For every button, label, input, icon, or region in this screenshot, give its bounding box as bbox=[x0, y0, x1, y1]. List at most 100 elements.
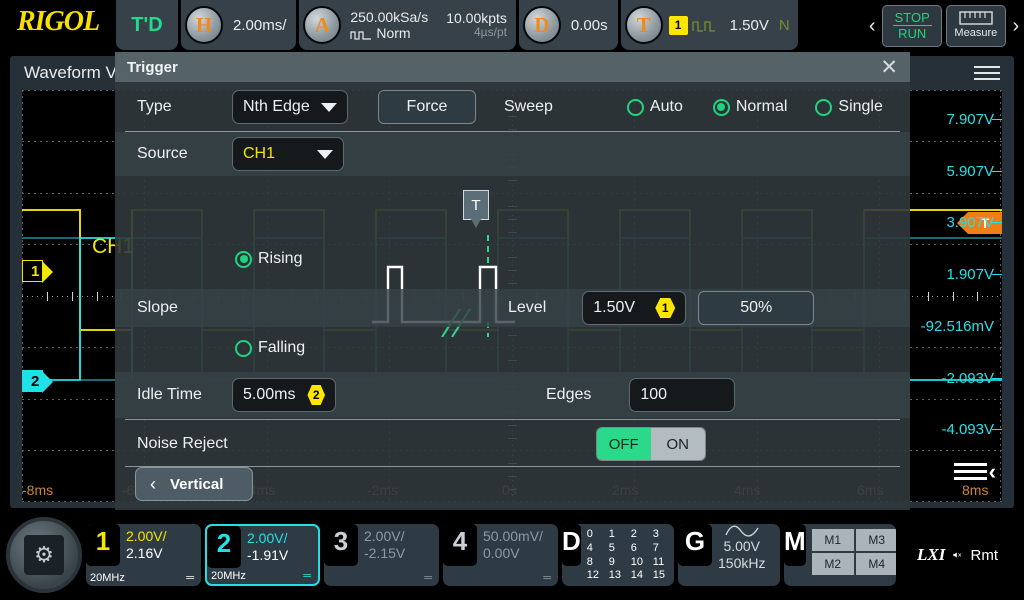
channel-3-box[interactable]: 3 2.00V/ -2.15V ═ bbox=[324, 524, 439, 586]
horizontal-pane[interactable]: H 2.00ms/ bbox=[181, 0, 296, 50]
noise-reject-toggle[interactable]: OFF ON bbox=[596, 427, 706, 461]
sweep-label: Sweep bbox=[504, 98, 553, 116]
trigger-status-pane[interactable]: T'D bbox=[116, 0, 178, 50]
math-item-m2[interactable]: M2 bbox=[812, 553, 854, 575]
run-label: RUN bbox=[898, 26, 926, 42]
acquire-icon: A bbox=[303, 6, 341, 44]
ch1-marker-label: 1 bbox=[31, 263, 39, 280]
top-status-bar: RIGOL T'D H 2.00ms/ A 250.00kSa/s Norm 1… bbox=[0, 0, 1024, 52]
voltage-label: -4.093V bbox=[941, 421, 994, 438]
digital-ch: 15 bbox=[653, 569, 674, 582]
idle-time-field[interactable]: 5.00ms 2 bbox=[232, 378, 336, 412]
channel-4-box[interactable]: 4 50.00mV/ 0.00V ═ bbox=[443, 524, 558, 586]
trigger-position-flag: T bbox=[463, 190, 489, 220]
acquire-rate-group: 250.00kSa/s Norm bbox=[341, 9, 437, 41]
trigger-level-field[interactable]: 1.50V 1 bbox=[582, 291, 686, 325]
digital-channel-grid: 0 1 2 3 4 5 6 7 8 9 10 11 12 13 14 15 bbox=[581, 524, 674, 586]
top-right-controls: ‹ STOP RUN Measure › bbox=[864, 0, 1024, 52]
math-item-m3[interactable]: M3 bbox=[856, 529, 896, 551]
trigger-dialog-header: Trigger ✕ bbox=[115, 52, 910, 82]
measure-button[interactable]: Measure bbox=[946, 5, 1006, 47]
slope-rising-label: Rising bbox=[258, 250, 302, 268]
digital-ch: 3 bbox=[653, 528, 674, 541]
channel-2-box[interactable]: 2 2.00V/ -1.91V 20MHz ═ bbox=[205, 524, 320, 586]
resolution: 4µs/pt bbox=[446, 26, 507, 40]
force-button[interactable]: Force bbox=[378, 90, 476, 124]
channel-3-number: 3 bbox=[324, 524, 358, 566]
level-label: Level bbox=[508, 299, 546, 317]
channel-2-footer: 20MHz ═ bbox=[211, 570, 312, 582]
scroll-left-button[interactable]: ‹ bbox=[864, 15, 880, 38]
vertical-back-button[interactable]: ‹ Vertical bbox=[135, 467, 253, 501]
sweep-option-normal[interactable]: Normal bbox=[713, 98, 788, 116]
trigger-type-dropdown[interactable]: Nth Edge bbox=[232, 90, 348, 124]
voltage-label: 3.907V bbox=[946, 214, 994, 231]
radio-icon bbox=[815, 99, 832, 116]
level-fifty-percent-label: 50% bbox=[740, 299, 772, 317]
scroll-right-button[interactable]: › bbox=[1008, 15, 1024, 38]
generator-label: G bbox=[678, 524, 712, 566]
chevron-down-icon bbox=[317, 150, 333, 159]
slope-falling-label: Falling bbox=[258, 339, 305, 357]
channel-1-box[interactable]: 1 2.00V/ 2.16V 20MHz ═ bbox=[86, 524, 201, 586]
math-item-m1[interactable]: M1 bbox=[812, 529, 854, 551]
math-item-m4[interactable]: M4 bbox=[856, 553, 896, 575]
digital-ch: 12 bbox=[587, 569, 609, 582]
ch1-offset-marker[interactable]: 1 bbox=[22, 260, 43, 282]
utility-gear-button[interactable]: ⚙ bbox=[6, 517, 82, 593]
stop-run-button[interactable]: STOP RUN bbox=[882, 5, 942, 47]
math-grid: M1 M3 M2 M4 bbox=[806, 524, 896, 586]
close-icon[interactable]: ✕ bbox=[880, 57, 898, 78]
noise-reject-off-option[interactable]: OFF bbox=[597, 428, 651, 460]
channel-3-coupling: ═ bbox=[424, 572, 433, 584]
channel-2-bandwidth: 20MHz bbox=[211, 570, 246, 582]
source-row: Source CH1 bbox=[115, 132, 910, 176]
sweep-option-single[interactable]: Single bbox=[815, 98, 882, 116]
sweep-option-auto[interactable]: Auto bbox=[627, 98, 683, 116]
generator-box[interactable]: G 5.00V 150kHz bbox=[678, 524, 780, 586]
slope-option-rising[interactable]: Rising bbox=[235, 250, 302, 268]
digital-ch: 6 bbox=[631, 542, 653, 555]
collapse-panel-icon[interactable]: ‹ bbox=[954, 459, 996, 484]
trigger-source-dropdown[interactable]: CH1 bbox=[232, 137, 344, 171]
math-box[interactable]: M M1 M3 M2 M4 bbox=[784, 524, 896, 586]
digital-ch: 13 bbox=[609, 569, 631, 582]
trigger-type-value: Nth Edge bbox=[243, 98, 310, 116]
type-row: Type Nth Edge Force Sweep Auto Normal Si… bbox=[115, 86, 910, 128]
digital-ch: 11 bbox=[653, 556, 674, 569]
trigger-dialog: Trigger ✕ Type Nth Edge Force Sweep Auto… bbox=[115, 52, 910, 512]
trigger-flag-label: T bbox=[471, 197, 480, 214]
channel-2-offset: -1.91V bbox=[247, 547, 288, 564]
ch2-marker-label: 2 bbox=[31, 373, 39, 390]
channel-2-coupling: ═ bbox=[303, 570, 312, 582]
horizontal-scale: 2.00ms/ bbox=[223, 17, 296, 34]
trigger-coupling: N bbox=[779, 17, 798, 34]
slope-option-falling[interactable]: Falling bbox=[235, 339, 305, 357]
delay-pane[interactable]: D 0.00s bbox=[519, 0, 618, 50]
noise-reject-on-option[interactable]: ON bbox=[651, 428, 705, 460]
digital-ch: 8 bbox=[587, 556, 609, 569]
waveform-menu-icon[interactable] bbox=[974, 62, 1000, 84]
trigger-status-text: T'D bbox=[131, 14, 162, 37]
ch2-offset-marker[interactable]: 2 bbox=[22, 370, 43, 392]
measure-label: Measure bbox=[954, 27, 997, 40]
noise-reject-label: Noise Reject bbox=[137, 435, 228, 453]
level-fifty-percent-button[interactable]: 50% bbox=[698, 291, 814, 325]
slope-label: Slope bbox=[137, 299, 232, 317]
voltage-label: 7.907V bbox=[946, 111, 994, 128]
delay-value: 0.00s bbox=[561, 17, 618, 34]
trigger-pane[interactable]: T 1 1.50V N bbox=[621, 0, 798, 50]
channel-3-footer: ═ bbox=[328, 572, 433, 584]
status-indicators[interactable]: LXI Rmt bbox=[900, 524, 1015, 586]
source-label: Source bbox=[137, 145, 232, 163]
edges-field[interactable]: 100 bbox=[629, 378, 735, 412]
digital-channels-box[interactable]: D 0 1 2 3 4 5 6 7 8 9 10 11 12 13 14 15 bbox=[562, 524, 674, 586]
speaker-mute-icon bbox=[953, 547, 962, 563]
acquire-pane[interactable]: A 250.00kSa/s Norm 10.00kpts 4µs/pt bbox=[299, 0, 516, 50]
sweep-auto-label: Auto bbox=[650, 98, 683, 116]
chevron-left-icon: ‹ bbox=[150, 474, 156, 495]
remote-label: Rmt bbox=[971, 547, 999, 564]
channel-1-scale: 2.00V/ bbox=[126, 528, 166, 545]
sweep-single-label: Single bbox=[838, 98, 882, 116]
math-label: M bbox=[784, 524, 806, 566]
